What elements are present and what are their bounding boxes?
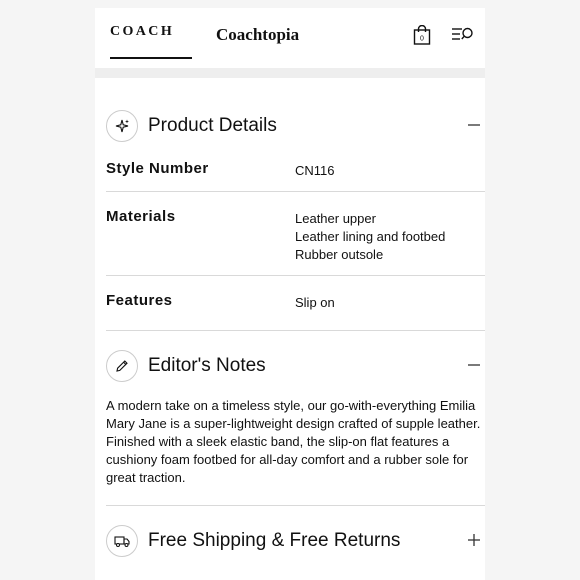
shipping-title: Free Shipping & Free Returns <box>148 530 401 551</box>
editors-notes-title: Editor's Notes <box>148 355 266 376</box>
row-value: CN116 <box>295 163 335 178</box>
product-page: COACH Coachtopia 0 Product Details Style… <box>95 8 485 580</box>
truck-icon <box>106 525 138 557</box>
row-label: Materials <box>106 208 176 225</box>
material-line: Rubber outsole <box>295 247 384 262</box>
material-line: Leather lining and footbed <box>295 229 446 244</box>
expand-plus-icon[interactable] <box>467 530 481 550</box>
coachtopia-logo[interactable]: Coachtopia <box>216 25 299 45</box>
menu-search-icon[interactable] <box>452 26 474 44</box>
product-details-header[interactable]: Product Details <box>106 110 481 144</box>
shopping-bag-icon[interactable]: 0 <box>413 25 431 45</box>
row-value: Leather upper Leather lining and footbed… <box>295 210 445 264</box>
bag-count: 0 <box>420 36 424 43</box>
row-label: Style Number <box>106 160 209 177</box>
collapse-minus-icon[interactable] <box>467 115 481 135</box>
active-tab-underline <box>110 57 192 59</box>
pencil-icon <box>106 350 138 382</box>
row-value: Slip on <box>295 295 335 310</box>
sparkle-icon <box>106 110 138 142</box>
divider <box>106 275 485 276</box>
divider <box>106 330 485 331</box>
product-details-title: Product Details <box>148 115 277 136</box>
shipping-header[interactable]: Free Shipping & Free Returns <box>106 525 481 559</box>
header-divider-band <box>95 68 485 78</box>
material-line: Leather upper <box>295 211 376 226</box>
top-nav: COACH Coachtopia 0 <box>95 8 485 68</box>
editors-notes-text: A modern take on a timeless style, our g… <box>106 398 481 485</box>
editors-notes-header[interactable]: Editor's Notes <box>106 350 481 384</box>
collapse-minus-icon[interactable] <box>467 355 481 375</box>
divider <box>106 505 485 506</box>
row-label: Features <box>106 292 173 309</box>
divider <box>106 191 485 192</box>
coach-logo[interactable]: COACH <box>110 24 174 40</box>
